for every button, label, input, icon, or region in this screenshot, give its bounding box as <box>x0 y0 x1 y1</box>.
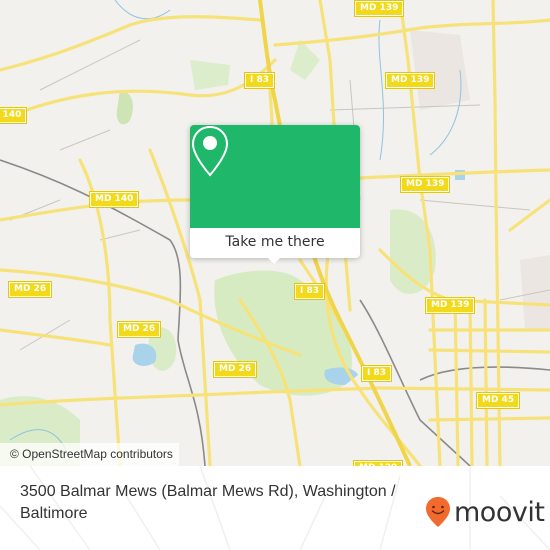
address-text: 3500 Balmar Mews (Balmar Mews Rd), Washi… <box>20 483 396 522</box>
road-label-md26: MD 26 <box>7 281 53 298</box>
road-label-md26: MD 26 <box>116 321 162 338</box>
moovit-logo[interactable]: moovit <box>425 496 545 528</box>
road-label-md140: MD 140 <box>88 191 140 208</box>
road-label-md139: MD 139 <box>384 72 436 89</box>
road-label-i83: I 83 <box>243 72 276 89</box>
road-label-i83: I 83 <box>293 283 326 300</box>
map[interactable]: MD 139 I 83 MD 139 MD 140 MD 140 MD 139 … <box>0 0 550 466</box>
road-label-md140: MD 140 <box>0 107 28 124</box>
road-label-md26: MD 26 <box>212 361 258 378</box>
road-label-md139: MD 139 <box>353 0 405 17</box>
popup-caret <box>267 257 281 264</box>
footer: 3500 Balmar Mews (Balmar Mews Rd), Washi… <box>0 466 550 550</box>
road-label-i83: I 83 <box>360 365 393 382</box>
moovit-smiley-pin-icon <box>426 497 450 527</box>
road-label-md45: MD 45 <box>475 392 521 409</box>
location-popup: Take me there <box>190 125 360 264</box>
popup-header <box>190 125 360 228</box>
moovit-logo-text: moovit <box>454 496 545 528</box>
take-me-there-button[interactable]: Take me there <box>190 228 360 258</box>
road-label-md139: MD 139 <box>399 176 451 193</box>
map-attribution[interactable]: © OpenStreetMap contributors <box>0 443 179 466</box>
road-label-md139: MD 139 <box>424 297 476 314</box>
location-pin-icon <box>191 125 229 177</box>
